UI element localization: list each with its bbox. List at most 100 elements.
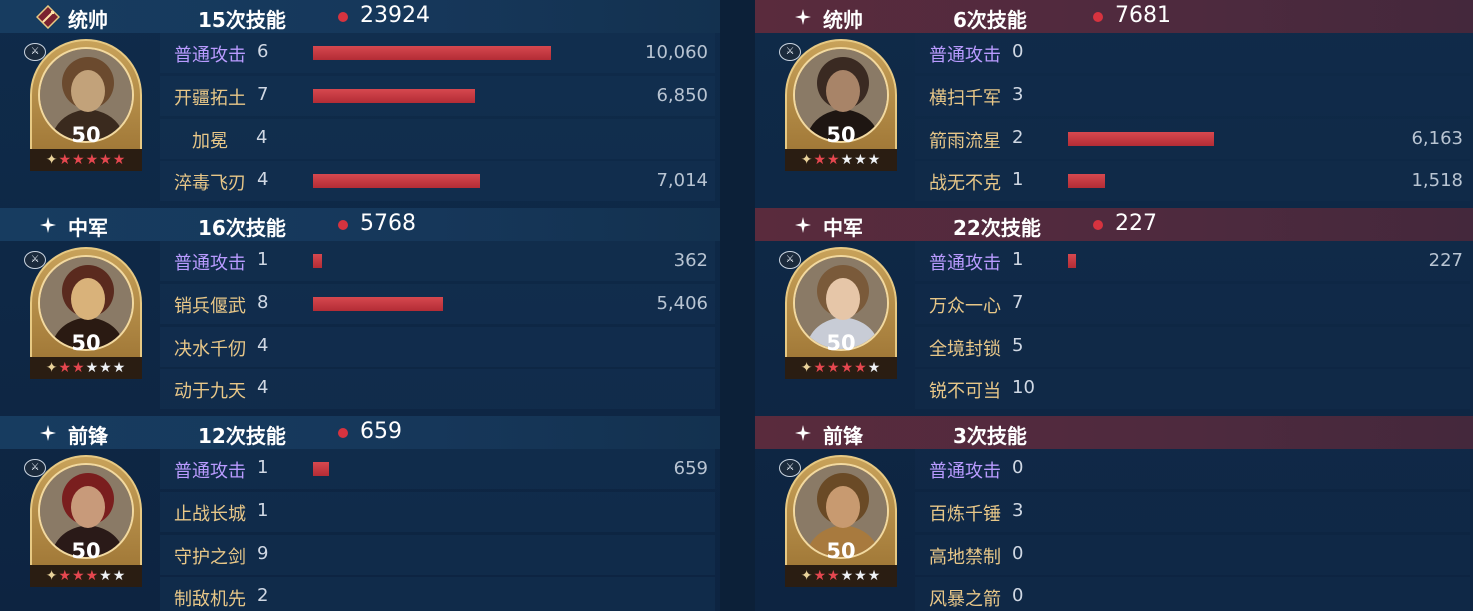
damage-total: 7681 bbox=[1115, 3, 1171, 28]
star-icon: ★ bbox=[72, 152, 86, 168]
skill-name: 淬毒飞刃 bbox=[174, 173, 246, 194]
damage-value: 1,518 bbox=[1411, 170, 1463, 191]
troop-type-icon: ⚔ bbox=[779, 251, 801, 269]
section-header: 统帅 6次技能 7681 bbox=[755, 0, 1473, 33]
skill-name: 决水千仞 bbox=[174, 339, 246, 360]
skill-level: 2 bbox=[1012, 127, 1024, 148]
hero-star-rating: ✦★★★★★ bbox=[785, 149, 897, 171]
skill-level: 1 bbox=[257, 249, 269, 270]
hero-avatar[interactable]: ⚔ 50 ✦★★★★★ bbox=[779, 247, 897, 379]
skill-row: 普通攻击 1 659 bbox=[160, 449, 715, 489]
skill-row: 百炼千锤 3 bbox=[915, 492, 1470, 532]
damage-dot-icon bbox=[1093, 220, 1103, 230]
position-label: 统帅 bbox=[823, 8, 863, 32]
hero-level: 50 bbox=[71, 123, 101, 147]
skill-count: 16次技能 bbox=[198, 216, 286, 240]
section-header: 统帅 15次技能 23924 bbox=[0, 0, 720, 33]
hero-level: 50 bbox=[71, 331, 101, 355]
skill-name: 普通攻击 bbox=[929, 461, 1001, 482]
hero-level: 50 bbox=[826, 123, 856, 147]
star-icon: ★ bbox=[99, 152, 113, 168]
skill-name: 横扫千军 bbox=[929, 88, 1001, 109]
hero-avatar[interactable]: ⚔ 50 ✦★★★★★ bbox=[779, 455, 897, 587]
skill-name: 百炼千锤 bbox=[929, 504, 1001, 525]
star-icon: ★ bbox=[827, 568, 841, 584]
star-icon: ★ bbox=[840, 360, 855, 376]
skill-count: 12次技能 bbox=[198, 424, 286, 448]
position-label: 中军 bbox=[68, 216, 108, 240]
damage-bar bbox=[1068, 254, 1076, 268]
section-header: 中军 16次技能 5768 bbox=[0, 208, 720, 241]
skill-name: 全境封锁 bbox=[929, 339, 1001, 360]
damage-value: 10,060 bbox=[645, 42, 708, 63]
skill-name: 动于九天 bbox=[174, 381, 246, 402]
hero-avatar[interactable]: ⚔ 50 ✦★★★★★ bbox=[24, 247, 142, 379]
skill-name: 战无不克 bbox=[929, 173, 1001, 194]
damage-total: 23924 bbox=[360, 3, 430, 28]
star-icon: ★ bbox=[813, 152, 828, 168]
skill-level: 3 bbox=[1012, 500, 1024, 521]
skill-name: 开疆拓土 bbox=[174, 88, 246, 109]
skill-row: 箭雨流星 2 6,163 bbox=[915, 119, 1470, 159]
damage-value: 7,014 bbox=[656, 170, 708, 191]
skill-name: 销兵偃武 bbox=[174, 296, 246, 317]
skill-list: 普通攻击 1 227 万众一心 7 全境封锁 5 锐不可当 10 bbox=[915, 241, 1470, 413]
hero-section: 前锋 12次技能 659 ⚔ 50 ✦★★★★★ 普通攻击 1 659 止战长城 1 守护之剑 9 制敌机… bbox=[0, 416, 720, 611]
damage-dot-icon bbox=[1093, 12, 1103, 22]
hero-section: 统帅 15次技能 23924 ⚔ 50 ✦★★★★★ 普通攻击 6 10,060 开疆拓土 7 6,8… bbox=[0, 0, 720, 208]
hero-section: 前锋 3次技能 ⚔ 50 ✦★★★★★ 普通攻击 0 百炼千锤 3 高地禁制 0 风暴之箭 0 bbox=[755, 416, 1473, 611]
hero-star-rating: ✦★★★★★ bbox=[785, 357, 897, 379]
hero-star-rating: ✦★★★★★ bbox=[785, 565, 897, 587]
skill-level: 4 bbox=[256, 127, 268, 148]
hero-level: 50 bbox=[826, 331, 856, 355]
skill-row: 万众一心 7 bbox=[915, 284, 1470, 324]
skill-level: 0 bbox=[1012, 585, 1024, 606]
star-spark-icon: ✦ bbox=[45, 568, 59, 584]
troop-type-icon: ⚔ bbox=[24, 43, 46, 61]
damage-value: 6,163 bbox=[1411, 128, 1463, 149]
damage-value: 6,850 bbox=[656, 85, 708, 106]
damage-bar bbox=[313, 254, 322, 268]
hero-star-rating: ✦★★★★★ bbox=[30, 565, 142, 587]
sparkle-icon bbox=[791, 421, 815, 445]
hero-section: 中军 16次技能 5768 ⚔ 50 ✦★★★★★ 普通攻击 1 362 销兵偃武 8 5,406 决水… bbox=[0, 208, 720, 416]
star-icon: ★ bbox=[840, 152, 855, 168]
skill-list: 普通攻击 1 362 销兵偃武 8 5,406 决水千仞 4 动于九天 4 bbox=[160, 241, 715, 413]
hero-avatar[interactable]: ⚔ 50 ✦★★★★★ bbox=[779, 39, 897, 171]
skill-name: 锐不可当 bbox=[929, 381, 1001, 402]
skill-row: 风暴之箭 0 bbox=[915, 577, 1470, 611]
skill-level: 1 bbox=[257, 500, 269, 521]
skill-row: 普通攻击 0 bbox=[915, 33, 1470, 73]
position-label: 中军 bbox=[823, 216, 863, 240]
star-spark-icon: ✦ bbox=[45, 152, 59, 168]
skill-level: 0 bbox=[1012, 457, 1024, 478]
star-icon: ★ bbox=[854, 152, 868, 168]
skill-row: 高地禁制 0 bbox=[915, 535, 1470, 575]
star-icon: ★ bbox=[813, 360, 828, 376]
damage-dot-icon bbox=[338, 428, 348, 438]
skill-name: 制敌机先 bbox=[174, 589, 246, 610]
skill-name: 止战长城 bbox=[174, 504, 246, 525]
star-icon: ★ bbox=[827, 152, 841, 168]
skill-level: 4 bbox=[257, 377, 269, 398]
skill-level: 0 bbox=[1012, 543, 1024, 564]
skill-level: 1 bbox=[1012, 249, 1024, 270]
star-icon: ★ bbox=[867, 568, 882, 584]
skill-row: 淬毒飞刃 4 7,014 bbox=[160, 161, 715, 201]
star-icon: ★ bbox=[854, 360, 868, 376]
damage-bar bbox=[313, 297, 443, 311]
skill-level: 1 bbox=[257, 457, 269, 478]
star-icon: ★ bbox=[112, 152, 127, 168]
damage-bar bbox=[1068, 174, 1105, 188]
star-icon: ★ bbox=[72, 568, 86, 584]
hero-avatar[interactable]: ⚔ 50 ✦★★★★★ bbox=[24, 455, 142, 587]
hero-avatar[interactable]: ⚔ 50 ✦★★★★★ bbox=[24, 39, 142, 171]
hero-star-rating: ✦★★★★★ bbox=[30, 149, 142, 171]
skill-level: 9 bbox=[257, 543, 269, 564]
troop-type-icon: ⚔ bbox=[24, 459, 46, 477]
troop-type-icon: ⚔ bbox=[24, 251, 46, 269]
skill-row: 决水千仞 4 bbox=[160, 327, 715, 367]
skill-level: 4 bbox=[257, 335, 269, 356]
skill-row: 普通攻击 1 362 bbox=[160, 241, 715, 281]
skill-count: 3次技能 bbox=[953, 424, 1027, 448]
